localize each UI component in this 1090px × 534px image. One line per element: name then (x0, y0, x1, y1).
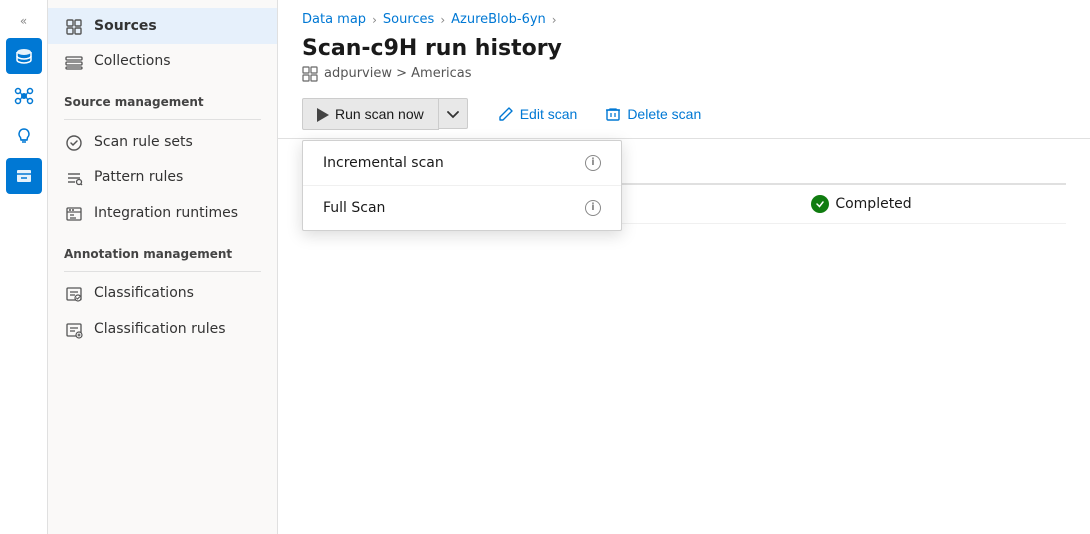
sidebar-item-classifications-label: Classifications (94, 285, 194, 301)
collections-icon (64, 52, 84, 72)
incremental-scan-label: Incremental scan (323, 155, 444, 171)
breadcrumb-azure-blob[interactable]: AzureBlob-6yn (451, 12, 546, 27)
integration-runtimes-icon (64, 203, 84, 223)
play-icon (317, 106, 329, 122)
sidebar-item-pattern-rules-label: Pattern rules (94, 169, 183, 185)
sources-icon (64, 16, 84, 36)
full-scan-option[interactable]: Full Scan i (303, 185, 621, 230)
page-header: Scan-c9H run history adpurview > America… (278, 31, 1090, 90)
page-title: Scan-c9H run history (302, 35, 1066, 64)
full-scan-label: Full Scan (323, 200, 385, 216)
run-scan-now-button[interactable]: Run scan now (302, 98, 439, 130)
sidebar-item-classification-rules[interactable]: Classification rules (48, 311, 277, 347)
delete-scan-button[interactable]: Delete scan (591, 98, 715, 129)
incremental-scan-info-icon[interactable]: i (585, 155, 601, 171)
page-subtitle: adpurview > Americas (302, 66, 1066, 82)
edit-icon (498, 105, 514, 122)
sidebar-item-classifications[interactable]: Classifications (48, 276, 277, 312)
main-content: Data map › Sources › AzureBlob-6yn › Sca… (278, 0, 1090, 534)
icon-rail: « (0, 0, 48, 534)
completed-check-icon (811, 195, 829, 213)
pattern-rules-icon (64, 168, 84, 188)
status-completed: Completed (811, 195, 911, 213)
breadcrumb: Data map › Sources › AzureBlob-6yn › (278, 0, 1090, 31)
sidebar-item-scan-rule-sets[interactable]: Scan rule sets (48, 124, 277, 160)
sidebar-item-collections-label: Collections (94, 53, 171, 69)
sidebar-item-classification-rules-label: Classification rules (94, 321, 226, 337)
scan-rule-sets-icon (64, 132, 84, 152)
run-scan-now-label: Run scan now (335, 106, 424, 122)
sidebar-item-integration-runtimes[interactable]: Integration runtimes (48, 195, 277, 231)
breadcrumb-data-map[interactable]: Data map (302, 12, 366, 27)
sidebar-item-pattern-rules[interactable]: Pattern rules (48, 160, 277, 196)
edit-scan-button[interactable]: Edit scan (484, 98, 592, 129)
divider-source-management (64, 119, 261, 120)
connections-icon[interactable] (6, 78, 42, 114)
breadcrumb-sep-3: › (552, 13, 557, 27)
classification-rules-icon (64, 319, 84, 339)
collapse-rail-button[interactable]: « (20, 8, 27, 34)
incremental-scan-option[interactable]: Incremental scan i (303, 141, 621, 185)
classifications-icon (64, 284, 84, 304)
annotation-management-section-label: Annotation management (48, 231, 277, 267)
sidebar-item-sources-label: Sources (94, 18, 157, 34)
sidebar: Sources Collections Source management Sc… (48, 0, 278, 534)
toolbar: Run scan now Edit scan (278, 90, 1090, 139)
run-scan-dropdown-button[interactable] (439, 98, 468, 129)
chevron-down-icon (447, 106, 459, 121)
sidebar-item-integration-runtimes-label: Integration runtimes (94, 205, 238, 221)
sidebar-item-sources[interactable]: Sources (48, 8, 277, 44)
sidebar-item-collections[interactable]: Collections (48, 44, 277, 80)
source-management-section-label: Source management (48, 79, 277, 115)
tools-icon[interactable] (6, 158, 42, 194)
data-catalog-icon[interactable] (6, 38, 42, 74)
edit-scan-label: Edit scan (520, 106, 578, 122)
page-subtitle-text: adpurview > Americas (324, 66, 472, 81)
breadcrumb-sep-2: › (440, 13, 445, 27)
breadcrumb-sep-1: › (372, 13, 377, 27)
full-scan-info-icon[interactable]: i (585, 200, 601, 216)
delete-icon (605, 105, 621, 122)
insights-icon[interactable] (6, 118, 42, 154)
sidebar-item-scan-rule-sets-label: Scan rule sets (94, 134, 193, 150)
divider-annotation-management (64, 271, 261, 272)
status-label: Completed (835, 196, 911, 212)
run-scan-dropdown-menu: Incremental scan i Full Scan i (302, 140, 622, 231)
breadcrumb-sources[interactable]: Sources (383, 12, 434, 27)
status-cell: Completed (811, 195, 1066, 213)
delete-scan-label: Delete scan (627, 106, 701, 122)
collection-icon (302, 66, 318, 82)
